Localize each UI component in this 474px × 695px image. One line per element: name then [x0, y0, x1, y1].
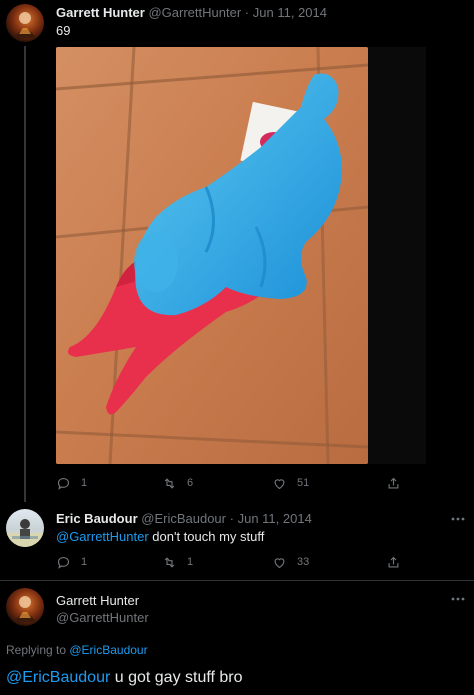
tweet-date[interactable]: Jun 11, 2014	[253, 5, 327, 20]
reply-button[interactable]: 1	[56, 474, 87, 492]
share-icon	[388, 556, 399, 567]
photo-letterbox	[368, 47, 426, 464]
avatar-image	[14, 596, 36, 622]
author-handle[interactable]: @GarrettHunter	[56, 610, 149, 625]
avatar-image	[14, 12, 36, 38]
retweet-button[interactable]: 1	[162, 553, 193, 571]
like-button[interactable]: 51	[272, 474, 309, 492]
retweet-count: 1	[187, 556, 194, 568]
tweet-header: Eric Baudour @EricBaudour · Jun 11, 2014	[56, 511, 312, 526]
more-icon[interactable]	[450, 591, 466, 607]
divider	[0, 580, 474, 581]
separator-dot: ·	[244, 5, 250, 20]
mention-link[interactable]: @EricBaudour	[6, 669, 110, 686]
mention-link[interactable]: @GarrettHunter	[56, 529, 149, 544]
replying-to: Replying to @EricBaudour	[6, 643, 148, 657]
tweet-photo[interactable]	[56, 47, 368, 464]
retweet-icon	[164, 556, 175, 568]
like-count: 33	[297, 556, 310, 568]
avatar-image	[6, 519, 44, 547]
avatar-garrett-hunter[interactable]	[6, 588, 44, 626]
reply-icon	[57, 477, 70, 490]
focused-tweet-text: @EricBaudour u got gay stuff bro	[6, 669, 243, 687]
reply-icon	[57, 556, 70, 569]
author-handle[interactable]: @GarrettHunter	[148, 5, 241, 20]
like-icon	[274, 557, 285, 568]
retweet-button[interactable]: 6	[162, 474, 193, 492]
tweet-body: u got gay stuff bro	[110, 669, 243, 686]
author-handle[interactable]: @EricBaudour	[141, 511, 226, 526]
reply-count: 1	[81, 556, 88, 568]
tweet-body: don't touch my stuff	[148, 529, 265, 544]
reply-count: 1	[81, 477, 88, 489]
author-name[interactable]: Eric Baudour	[56, 511, 138, 526]
tweet-text: 69	[56, 23, 71, 38]
more-icon[interactable]	[450, 511, 466, 527]
replying-prefix: Replying to	[6, 643, 70, 657]
photo-image	[56, 47, 368, 464]
share-icon	[388, 477, 399, 488]
retweet-icon	[164, 477, 175, 489]
tweet-text: @GarrettHunter don't touch my stuff	[56, 529, 264, 544]
author-name[interactable]: Garrett Hunter	[56, 593, 139, 608]
share-button[interactable]	[386, 553, 401, 571]
share-button[interactable]	[386, 474, 401, 492]
tweet-date[interactable]: Jun 11, 2014	[238, 511, 312, 526]
reply-button[interactable]: 1	[56, 553, 87, 571]
like-button[interactable]: 33	[272, 553, 309, 571]
tweet-header: Garrett Hunter @GarrettHunter · Jun 11, …	[56, 5, 327, 20]
like-icon	[274, 478, 285, 489]
avatar-eric-baudour[interactable]	[6, 509, 44, 547]
separator-dot: ·	[229, 511, 234, 526]
replying-to-link[interactable]: @EricBaudour	[69, 643, 147, 657]
retweet-count: 6	[187, 477, 194, 489]
author-name[interactable]: Garrett Hunter	[56, 5, 145, 20]
thread-line	[24, 46, 26, 502]
like-count: 51	[297, 477, 310, 489]
avatar-garrett-hunter[interactable]	[6, 4, 44, 42]
